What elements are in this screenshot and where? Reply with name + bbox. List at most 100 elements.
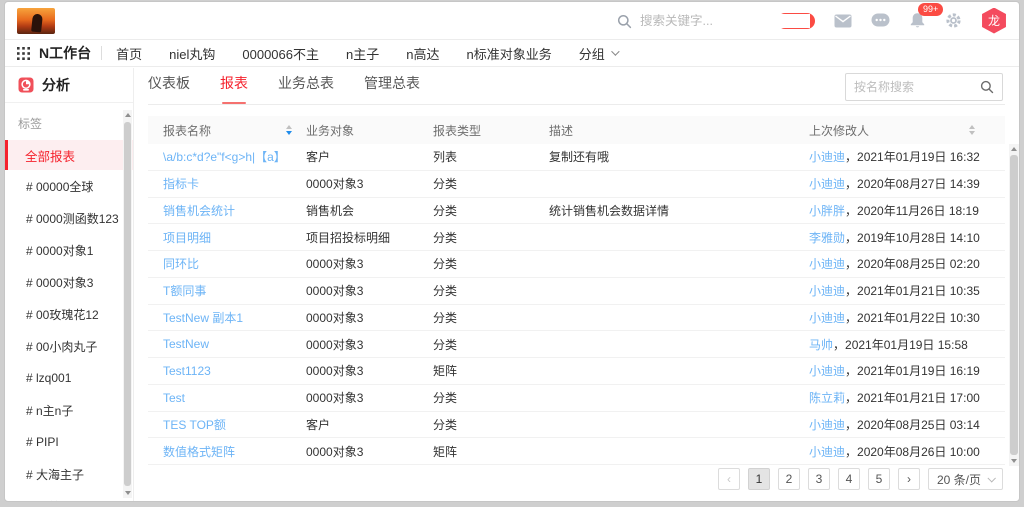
sidebar-tag-item[interactable]: # 00000全球 [5,170,133,202]
workspace-title[interactable]: N工作台 [39,43,91,63]
page-button[interactable]: 1 [748,468,770,490]
sidebar-scrollbar[interactable] [123,110,132,498]
table-row[interactable]: Test 0000对象3 分类 陈立莉，2021年01月21日 17:00 [148,385,1005,412]
table-row[interactable]: TestNew 0000对象3 分类 马帅，2021年01月19日 15:58 [148,331,1005,358]
report-name-link[interactable]: TestNew 副本1 [163,309,243,326]
modifier-link[interactable]: 小胖胖 [809,202,845,219]
last-modifier-cell: 陈立莉，2021年01月21日 17:00 [809,389,1005,406]
nav-item[interactable]: n高达 [406,44,439,63]
modifier-link[interactable]: 李雅勋 [809,229,845,246]
modifier-link[interactable]: 小迪迪 [809,175,845,192]
business-object-cell: 0000对象3 [306,282,433,299]
column-header-report-name[interactable]: 报表名称 [148,122,306,139]
table-row[interactable]: 销售机会统计 销售机会 分类 统计销售机会数据详情 小胖胖，2020年11月26… [148,198,1005,225]
column-header-last-modifier[interactable]: 上次修改人 [809,122,1005,139]
scroll-down-arrow-icon[interactable] [1011,459,1017,463]
tab[interactable]: 管理总表 [364,73,420,104]
modifier-link[interactable]: 小迪迪 [809,362,845,379]
nav-item[interactable]: 0000066不主 [242,44,319,63]
mail-icon[interactable] [834,14,852,28]
table-row[interactable]: 项目明细 项目招投标明细 分类 李雅勋，2019年10月28日 14:10 [148,224,1005,251]
scrollbar-thumb[interactable] [1010,155,1018,455]
table-body: \a/b:c*d?e"f<g>h|【a】 客户 列表 复制还有哦 小迪迪，202… [148,144,1005,465]
sidebar-tag-item[interactable]: # 大海主子 [5,458,133,490]
next-page-button[interactable]: › [898,468,920,490]
page-button[interactable]: 4 [838,468,860,490]
table-row[interactable]: 数值格式矩阵 0000对象3 矩阵 小迪迪，2020年08月26日 10:00 [148,438,1005,465]
nav-item[interactable]: 首页 [116,44,142,63]
report-name-link[interactable]: 销售机会统计 [163,202,235,219]
sort-icon[interactable] [286,125,292,136]
table-row[interactable]: TES TOP额 客户 分类 小迪迪，2020年08月25日 03:14 [148,412,1005,439]
search-icon [617,14,632,29]
modifier-link[interactable]: 小迪迪 [809,255,845,272]
company-logo[interactable] [17,8,55,34]
modifier-link[interactable]: 小迪迪 [809,443,845,460]
search-icon[interactable] [980,80,994,94]
modifier-link[interactable]: 陈立莉 [809,389,845,406]
modifier-link[interactable]: 小迪迪 [809,282,845,299]
sidebar-tag-item[interactable]: # lzq001 [5,362,133,394]
tab[interactable]: 报表 [220,73,248,104]
modifier-link[interactable]: 小迪迪 [809,309,845,326]
prev-page-button[interactable]: ‹ [718,468,740,490]
notification-bell-icon[interactable]: 99+ [909,12,926,29]
table-scrollbar[interactable] [1009,144,1019,466]
sidebar-tag-item[interactable]: # 00玫瑰花12 [5,298,133,330]
scroll-up-arrow-icon[interactable] [125,113,131,117]
table-row[interactable]: 指标卡 0000对象3 分类 小迪迪，2020年08月27日 14:39 [148,171,1005,198]
scroll-down-arrow-icon[interactable] [125,491,131,495]
separator: ， [845,175,857,192]
tab[interactable]: 仪表板 [148,73,190,104]
settings-gear-icon[interactable] [945,12,962,29]
sidebar-tag-item[interactable]: # PIPI [5,426,133,458]
sidebar-tag-item[interactable]: # 0000对象1 [5,234,133,266]
report-name-link[interactable]: 指标卡 [163,175,199,192]
report-name-link[interactable]: T额同事 [163,282,206,299]
report-name-link[interactable]: Test [163,391,185,405]
page-button[interactable]: 5 [868,468,890,490]
nav-item[interactable]: n标准对象业务 [466,44,551,63]
scroll-up-arrow-icon[interactable] [1011,147,1017,151]
sidebar-item-all-reports[interactable]: 全部报表 [5,140,133,170]
report-name-link[interactable]: 数值格式矩阵 [163,443,235,460]
table-row[interactable]: T额同事 0000对象3 分类 小迪迪，2021年01月21日 10:35 [148,278,1005,305]
sidebar-tag-item[interactable]: # 订单 [5,490,133,501]
table-row[interactable]: Test1123 0000对象3 矩阵 小迪迪，2021年01月19日 16:1… [148,358,1005,385]
scrollbar-thumb[interactable] [124,122,131,486]
page-button[interactable]: 2 [778,468,800,490]
table-row[interactable]: TestNew 副本1 0000对象3 分类 小迪迪，2021年01月22日 1… [148,305,1005,332]
report-name-link[interactable]: 项目明细 [163,229,211,246]
page-size-select[interactable]: 20 条/页 [928,468,1003,490]
modifier-link[interactable]: 马帅 [809,336,833,353]
modifier-link[interactable]: 小迪迪 [809,416,845,433]
sidebar-tag-item[interactable]: # n主n子 [5,394,133,426]
chat-icon[interactable] [871,13,890,28]
nav-item[interactable]: n主子 [346,44,379,63]
table-row[interactable]: \a/b:c*d?e"f<g>h|【a】 客户 列表 复制还有哦 小迪迪，202… [148,144,1005,171]
modifier-link[interactable]: 小迪迪 [809,148,845,165]
sort-icon[interactable] [969,125,975,136]
report-search-input[interactable] [854,80,980,94]
report-name-link[interactable]: \a/b:c*d?e"f<g>h|【a】 [163,148,286,165]
analysis-icon [18,77,34,93]
sidebar-tag-item[interactable]: # 00小肉丸子 [5,330,133,362]
report-name-link[interactable]: 同环比 [163,255,199,272]
sidebar-tag-item[interactable]: # 0000对象3 [5,266,133,298]
user-avatar[interactable]: 龙 [981,8,1007,34]
report-name-link[interactable]: Test1123 [163,364,211,378]
report-name-link[interactable]: TES TOP额 [163,416,226,433]
table-row[interactable]: 同环比 0000对象3 分类 小迪迪，2020年08月25日 02:20 [148,251,1005,278]
report-name-link[interactable]: TestNew [163,337,209,351]
separator: ， [833,336,845,353]
nav-group-dropdown[interactable]: 分组 [579,44,617,63]
global-search-input[interactable] [640,14,810,28]
app-grid-icon[interactable] [17,47,30,60]
page-button[interactable]: 3 [808,468,830,490]
sidebar-tag-item[interactable]: # 0000测函数123 [5,202,133,234]
nav-item[interactable]: niel丸钩 [169,44,215,63]
top-icon-cluster: NEW 99+ [777,8,1007,34]
tab[interactable]: 业务总表 [278,73,334,104]
business-object-cell: 客户 [306,416,433,433]
column-label: 上次修改人 [809,122,869,139]
